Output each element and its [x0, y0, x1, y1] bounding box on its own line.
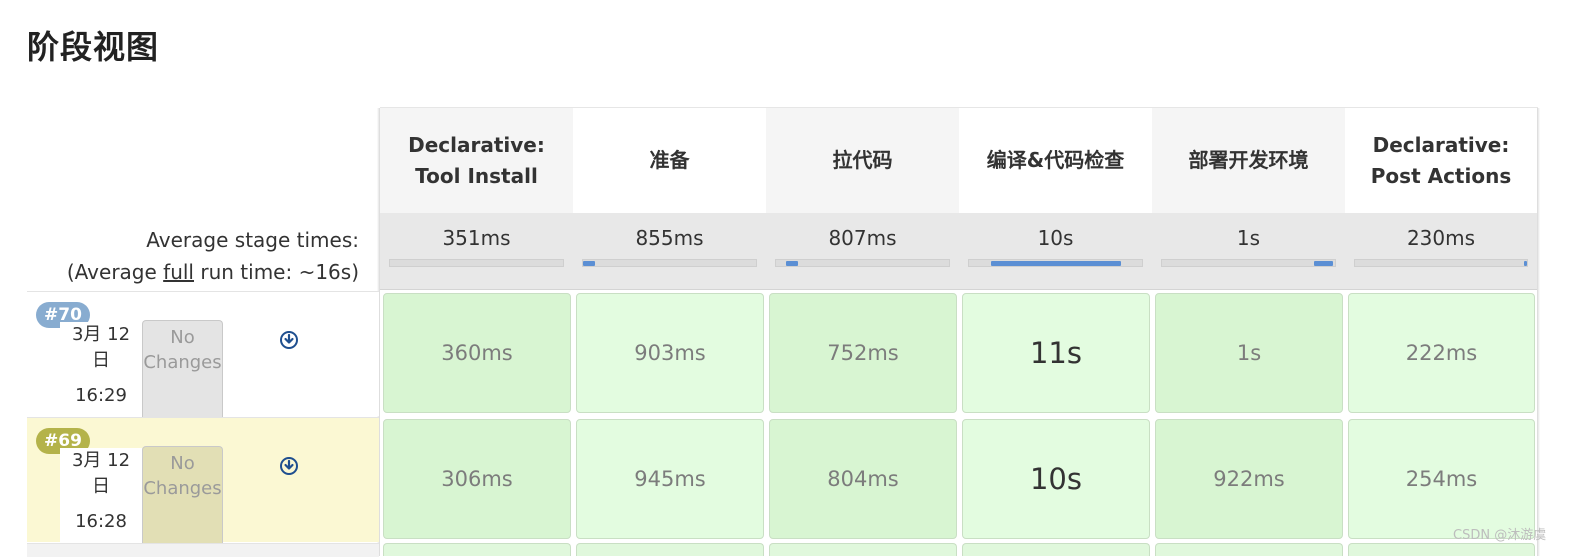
stage-cell-compile-check[interactable]: 11s — [962, 293, 1150, 413]
avg-progress-track — [1354, 259, 1528, 267]
stage-cell-tool-install[interactable]: 306ms — [383, 419, 571, 539]
avg-time: 855ms — [635, 226, 704, 250]
page-title: 阶段视图 — [27, 28, 160, 66]
changes-line2: Changes — [143, 352, 222, 373]
avg-progress-fill — [991, 261, 1122, 266]
stage-header-compile-check[interactable]: 编译&代码检查 — [959, 108, 1152, 213]
avg-cell-deploy-dev: 1s — [1152, 213, 1345, 290]
stage-cell-partial[interactable] — [576, 543, 764, 556]
avg-progress-fill — [786, 261, 799, 266]
stage-name: 编译&代码检查 — [986, 148, 1125, 172]
build-date-line2: 日 — [92, 476, 110, 497]
average-stage-times-text: Average stage times: — [146, 228, 359, 252]
stage-duration: 11s — [1029, 336, 1082, 370]
stage-header-deploy-dev[interactable]: 部署开发环境 — [1152, 108, 1345, 213]
avg-progress-track — [582, 259, 757, 267]
avg-time: 10s — [1037, 226, 1074, 250]
changes-box[interactable]: No Changes — [142, 446, 223, 543]
avg-cell-post-actions: 230ms — [1345, 213, 1537, 290]
changes-line1: No — [170, 327, 195, 348]
build-row-69: #69 3月 12 日 16:28 No Changes — [27, 417, 379, 543]
stage-cell-compile-check[interactable]: 10s — [962, 419, 1150, 539]
avg-progress-track — [775, 259, 950, 267]
changes-line2: Changes — [143, 478, 222, 499]
stage-cell-post-actions[interactable]: 254ms — [1348, 419, 1535, 539]
stage-cell-partial[interactable] — [383, 543, 571, 556]
avg-progress-track — [968, 259, 1143, 267]
stage-header-tool-install[interactable]: Declarative: Tool Install — [380, 108, 573, 213]
changes-line1: No — [170, 453, 195, 474]
stage-duration: 903ms — [634, 341, 706, 365]
stage-duration: 306ms — [441, 467, 513, 491]
stage-cell-post-actions[interactable]: 222ms — [1348, 293, 1535, 413]
avg-progress-fill — [1523, 261, 1527, 266]
stage-name-line2: Tool Install — [415, 163, 538, 188]
stage-header-prepare[interactable]: 准备 — [573, 108, 766, 213]
avg-progress-fill — [583, 261, 596, 266]
stage-duration: 752ms — [827, 341, 899, 365]
stage-cell-prepare[interactable]: 945ms — [576, 419, 764, 539]
stage-cell-pull-code[interactable]: 752ms — [769, 293, 957, 413]
stage-duration: 222ms — [1405, 341, 1478, 365]
average-run-prefix: (Average — [66, 260, 164, 284]
download-circle-icon[interactable] — [279, 456, 299, 476]
download-circle-icon[interactable] — [279, 330, 299, 350]
average-run-time-text: (Average full run time: ~16s) — [27, 256, 359, 288]
stage-duration: 360ms — [441, 341, 513, 365]
avg-time: 1s — [1236, 226, 1261, 250]
stage-duration: 922ms — [1213, 467, 1285, 491]
stage-cell-partial[interactable] — [1348, 543, 1535, 556]
average-run-suffix: run time: ~16s) — [194, 260, 359, 284]
stage-header-pull-code[interactable]: 拉代码 — [766, 108, 959, 213]
stage-header-post-actions[interactable]: Declarative: Post Actions — [1345, 108, 1537, 213]
avg-cell-prepare: 855ms — [573, 213, 766, 290]
stage-name-line1: Declarative: — [408, 132, 545, 157]
table-right-shadow — [1537, 108, 1540, 556]
stage-duration: 804ms — [827, 467, 899, 491]
average-times-label: Average stage times: (Average full run t… — [27, 224, 359, 288]
stage-cell-partial[interactable] — [1155, 543, 1343, 556]
avg-progress-fill — [1314, 261, 1334, 266]
build-date-line1: 3月 12 — [71, 324, 131, 345]
stage-name-line1: Declarative: — [1372, 132, 1510, 157]
stage-cell-deploy-dev[interactable]: 1s — [1155, 293, 1343, 413]
stage-cell-pull-code[interactable]: 804ms — [769, 419, 957, 539]
stage-name: 部署开发环境 — [1188, 148, 1309, 172]
stage-name: 准备 — [649, 148, 690, 172]
stage-cell-tool-install[interactable]: 360ms — [383, 293, 571, 413]
stage-duration: 1s — [1236, 341, 1262, 365]
build-date-line1: 3月 12 — [71, 450, 131, 471]
stage-cell-deploy-dev[interactable]: 922ms — [1155, 419, 1343, 539]
avg-time: 230ms — [1406, 226, 1476, 250]
avg-time: 807ms — [828, 226, 897, 250]
avg-time: 351ms — [442, 226, 511, 250]
build-row-70: #70 3月 12 日 16:29 No Changes — [27, 291, 379, 417]
stage-cell-prepare[interactable]: 903ms — [576, 293, 764, 413]
avg-cell-tool-install: 351ms — [380, 213, 573, 290]
stage-duration: 254ms — [1405, 467, 1478, 491]
stage-name-line2: Post Actions — [1370, 163, 1512, 188]
build-date: 3月 12 日 16:29 — [60, 322, 142, 417]
stage-duration: 945ms — [634, 467, 706, 491]
stage-cell-partial[interactable] — [769, 543, 957, 556]
watermark: CSDN @沐游虞 — [1453, 528, 1547, 543]
stage-duration: 10s — [1029, 462, 1082, 496]
avg-cell-compile-check: 10s — [959, 213, 1152, 290]
build-time: 16:28 — [75, 511, 127, 532]
stage-name: 拉代码 — [832, 148, 893, 172]
full-run-link[interactable]: full — [163, 260, 194, 284]
build-row-partial — [27, 543, 379, 557]
stage-cell-partial[interactable] — [962, 543, 1150, 556]
build-date: 3月 12 日 16:28 — [60, 448, 142, 543]
changes-box[interactable]: No Changes — [142, 320, 223, 417]
avg-cell-pull-code: 807ms — [766, 213, 959, 290]
avg-progress-track — [389, 259, 564, 267]
build-date-line2: 日 — [92, 350, 110, 371]
avg-progress-track — [1161, 259, 1336, 267]
build-time: 16:29 — [75, 385, 127, 406]
